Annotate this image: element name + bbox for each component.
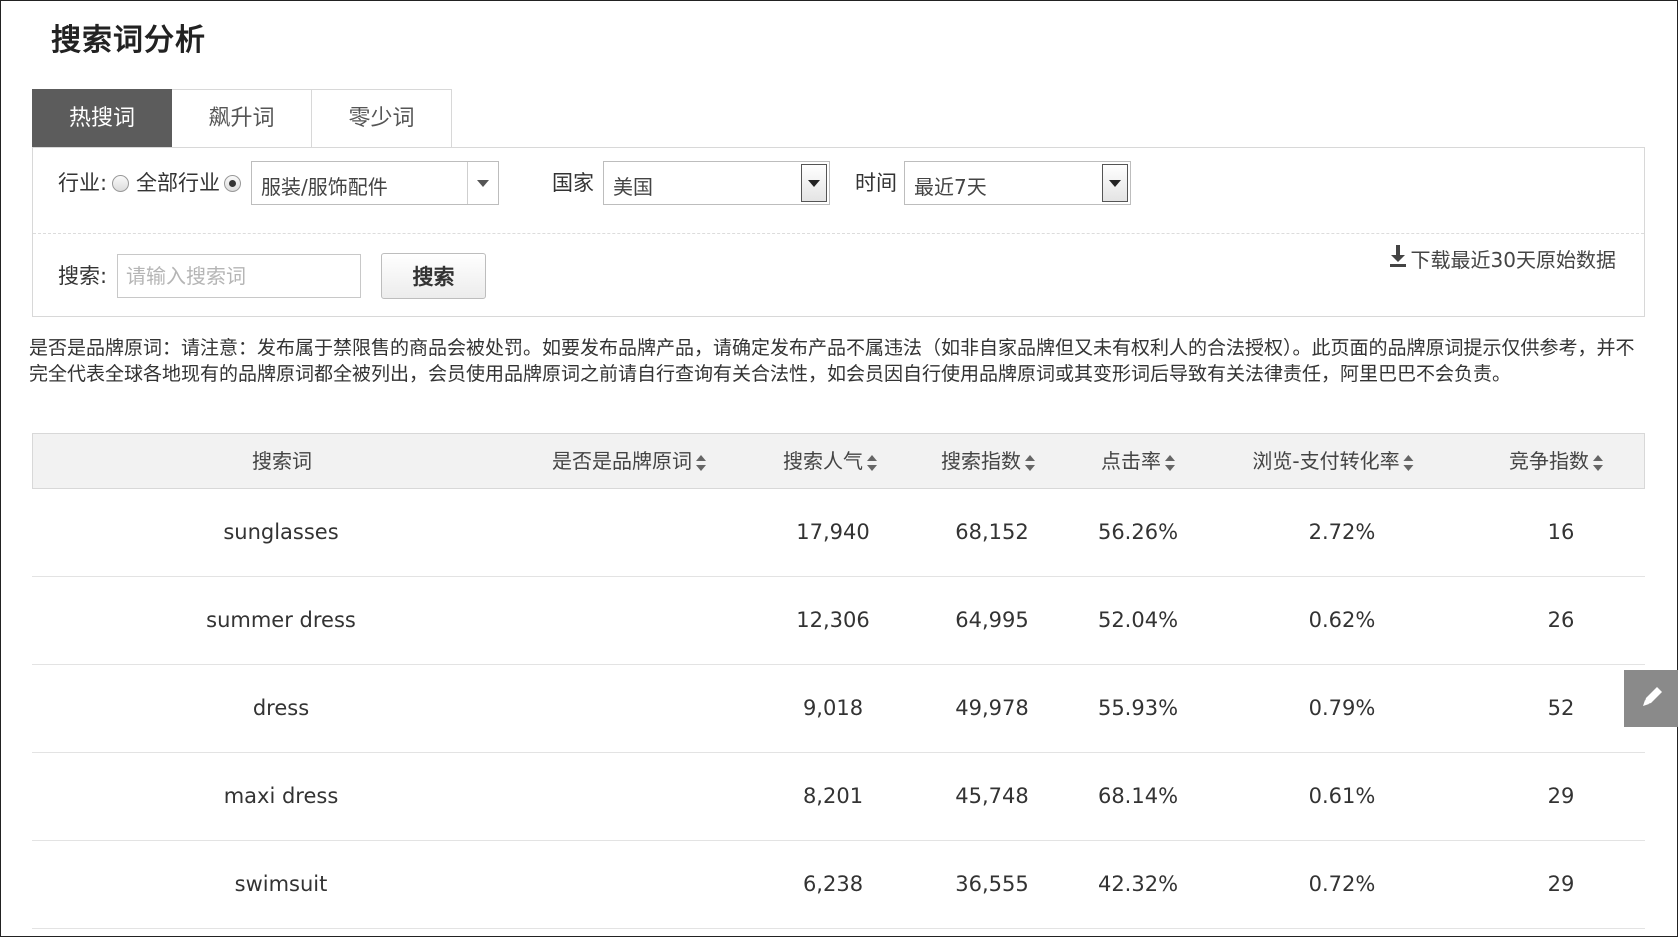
cell-conversion-rate: 0.79% xyxy=(1308,696,1376,720)
pencil-icon xyxy=(1638,683,1666,715)
cell-search-popularity: 9,018 xyxy=(802,696,864,720)
download-label: 下载最近30天原始数据 xyxy=(1410,248,1616,272)
table-row[interactable]: maxi dress 8,201 45,748 68.14% 0.61% 29 xyxy=(32,753,1645,841)
industry-select-value: 服装/服饰配件 xyxy=(261,175,388,199)
table-row[interactable]: sunglasses 17,940 68,152 56.26% 2.72% 16 xyxy=(32,489,1645,577)
country-select-value: 美国 xyxy=(613,175,653,199)
cell-click-rate: 55.93% xyxy=(1097,696,1179,720)
cell-keyword: swimsuit xyxy=(234,872,328,896)
brand-word-notice: 是否是品牌原词：请注意：发布属于禁限售的商品会被处罚。如要发布品牌产品，请确定发… xyxy=(29,337,1635,385)
all-industry-radio[interactable] xyxy=(112,175,129,192)
cell-keyword: maxi dress xyxy=(223,784,339,808)
chevron-down-icon xyxy=(467,162,498,204)
specific-industry-radio[interactable] xyxy=(224,175,241,192)
cell-search-popularity: 6,238 xyxy=(802,872,864,896)
sort-icon xyxy=(1165,454,1175,472)
col-header-competition-index[interactable]: 竞争指数 xyxy=(1509,434,1603,488)
cell-competition-index: 29 xyxy=(1547,872,1575,896)
sort-icon xyxy=(1025,454,1035,472)
page-title: 搜索词分析 xyxy=(51,23,206,58)
sort-icon xyxy=(696,454,706,472)
time-select[interactable]: 最近7天 xyxy=(904,161,1131,205)
search-button[interactable]: 搜索 xyxy=(381,253,486,299)
cell-search-popularity: 12,306 xyxy=(796,608,870,632)
table-row[interactable]: dress 9,018 49,978 55.93% 0.79% 52 xyxy=(32,665,1645,753)
col-header-click-rate[interactable]: 点击率 xyxy=(1101,434,1175,488)
tab-bar: 热搜词 飙升词 零少词 xyxy=(32,89,452,147)
page-frame: 搜索词分析 热搜词 飙升词 零少词 行业: 全部行业 服装/服饰配件 国家 美国… xyxy=(0,0,1678,937)
industry-label: 行业: xyxy=(58,171,108,195)
tab-hot-words[interactable]: 热搜词 xyxy=(32,89,172,147)
cell-search-index: 45,748 xyxy=(955,784,1029,808)
cell-search-index: 36,555 xyxy=(955,872,1029,896)
floating-edit-button[interactable] xyxy=(1624,670,1678,727)
cell-click-rate: 56.26% xyxy=(1097,520,1179,544)
col-header-conversion-rate[interactable]: 浏览-支付转化率 xyxy=(1252,434,1414,488)
download-icon xyxy=(1389,244,1411,273)
cell-competition-index: 29 xyxy=(1547,784,1575,808)
search-input[interactable] xyxy=(118,255,360,297)
sort-icon xyxy=(1403,454,1414,472)
sort-icon xyxy=(1593,454,1603,472)
chevron-down-icon xyxy=(1102,164,1128,202)
cell-conversion-rate: 2.72% xyxy=(1308,520,1376,544)
cell-search-index: 49,978 xyxy=(955,696,1029,720)
cell-search-index: 64,995 xyxy=(955,608,1029,632)
col-header-search-index[interactable]: 搜索指数 xyxy=(941,434,1035,488)
cell-click-rate: 68.14% xyxy=(1097,784,1179,808)
tab-rising-words[interactable]: 飙升词 xyxy=(172,89,312,147)
col-header-brand-word[interactable]: 是否是品牌原词 xyxy=(552,434,706,488)
col-header-keyword: 搜索词 xyxy=(252,449,312,473)
cell-conversion-rate: 0.62% xyxy=(1308,608,1376,632)
cell-search-popularity: 17,940 xyxy=(796,520,870,544)
cell-click-rate: 52.04% xyxy=(1097,608,1179,632)
table-row[interactable]: swimsuit 6,238 36,555 42.32% 0.72% 29 xyxy=(32,841,1645,929)
cell-keyword: sunglasses xyxy=(223,520,339,544)
cell-click-rate: 42.32% xyxy=(1097,872,1179,896)
tab-rare-words[interactable]: 零少词 xyxy=(312,89,452,147)
col-header-search-popularity[interactable]: 搜索人气 xyxy=(783,434,877,488)
industry-select[interactable]: 服装/服饰配件 xyxy=(251,161,499,205)
table-row[interactable]: summer dress 12,306 64,995 52.04% 0.62% … xyxy=(32,577,1645,665)
chevron-down-icon xyxy=(801,164,827,202)
sort-icon xyxy=(867,454,877,472)
country-select[interactable]: 美国 xyxy=(603,161,830,205)
cell-competition-index: 52 xyxy=(1547,696,1575,720)
table-header: 搜索词 是否是品牌原词 搜索人气 搜索指数 点击率 浏览-支付转化率 竞争指数 xyxy=(32,433,1645,489)
cell-keyword: summer dress xyxy=(206,608,356,632)
filter-panel: 行业: 全部行业 服装/服饰配件 国家 美国 时间 最近7天 搜索: 搜索 xyxy=(32,147,1645,317)
search-label: 搜索: xyxy=(58,264,108,288)
all-industry-label: 全部行业 xyxy=(136,171,220,195)
search-input-wrapper xyxy=(117,254,361,298)
cell-conversion-rate: 0.72% xyxy=(1308,872,1376,896)
country-label: 国家 xyxy=(552,171,594,195)
cell-search-index: 68,152 xyxy=(955,520,1029,544)
time-select-value: 最近7天 xyxy=(914,175,987,199)
cell-conversion-rate: 0.61% xyxy=(1308,784,1376,808)
cell-competition-index: 26 xyxy=(1547,608,1575,632)
time-label: 时间 xyxy=(855,171,897,195)
filter-divider xyxy=(33,233,1644,234)
cell-keyword: dress xyxy=(252,696,310,720)
cell-search-popularity: 8,201 xyxy=(802,784,864,808)
download-raw-data-link[interactable]: 下载最近30天原始数据 xyxy=(1389,244,1616,273)
cell-competition-index: 16 xyxy=(1547,520,1575,544)
